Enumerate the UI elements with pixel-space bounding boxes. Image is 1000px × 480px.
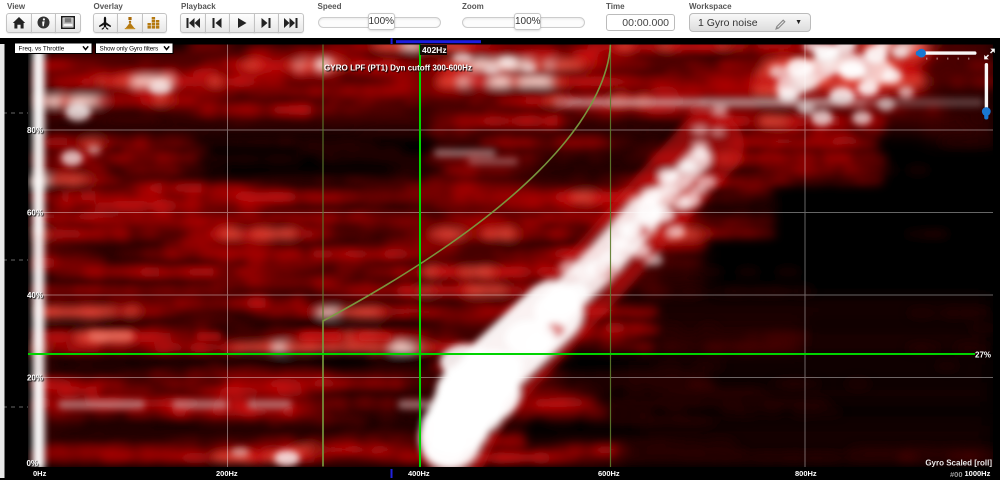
svg-text:27%: 27%: [975, 351, 991, 360]
svg-text:80%: 80%: [27, 126, 43, 135]
svg-text:60%: 60%: [27, 209, 43, 218]
svg-text:800Hz: 800Hz: [795, 469, 817, 478]
svg-text:Gyro Scaled [roll]: Gyro Scaled [roll]: [925, 459, 992, 468]
svg-text:600Hz: 600Hz: [598, 469, 620, 478]
svg-text:GYRO LPF (PT1) Dyn cutoff 300-: GYRO LPF (PT1) Dyn cutoff 300-600Hz: [324, 64, 472, 73]
svg-text:#00: #00: [950, 470, 963, 479]
svg-text:Freq. vs Throttle: Freq. vs Throttle: [19, 46, 65, 53]
svg-text:20%: 20%: [27, 374, 43, 383]
svg-text:0Hz: 0Hz: [33, 469, 47, 478]
svg-text:200Hz: 200Hz: [216, 469, 238, 478]
svg-text:40%: 40%: [27, 291, 43, 300]
svg-text:400Hz: 400Hz: [408, 469, 430, 478]
svg-text:402Hz: 402Hz: [422, 45, 447, 55]
svg-text:Show only Gyro filters: Show only Gyro filters: [100, 46, 159, 53]
svg-text:1000Hz: 1000Hz: [965, 469, 991, 478]
svg-text:0%: 0%: [26, 459, 38, 468]
